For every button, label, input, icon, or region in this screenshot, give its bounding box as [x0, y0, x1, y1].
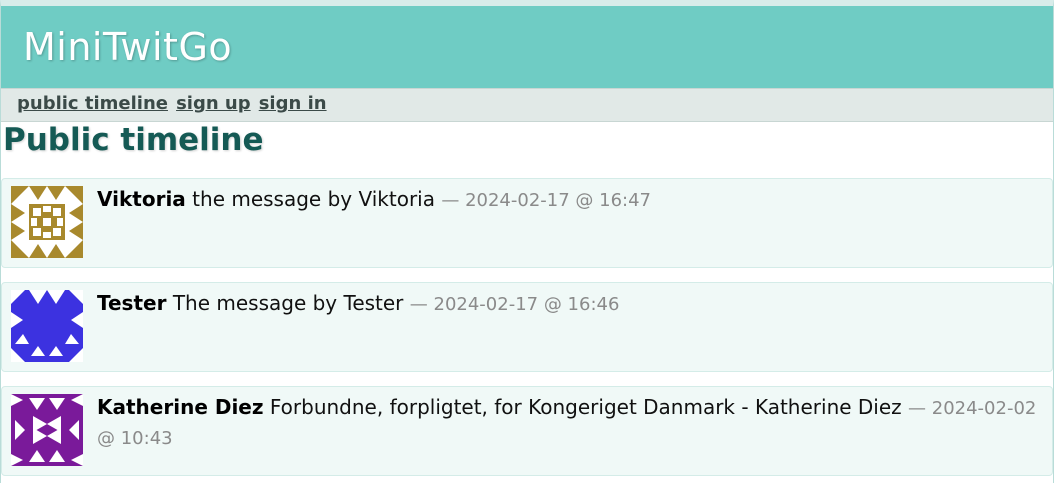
message-list: Viktoria the message by Viktoria — 2024-… [1, 178, 1053, 476]
navigation-bar: public timeline sign up sign in [1, 88, 1053, 122]
site-header: MiniTwitGo [1, 6, 1053, 88]
message-author[interactable]: Viktoria [97, 187, 186, 211]
message-text: Forbundne, forpligtet, for Kongeriget Da… [269, 395, 902, 419]
message-item: Viktoria the message by Viktoria — 2024-… [1, 178, 1053, 268]
avatar[interactable] [11, 290, 83, 362]
message-timestamp: — 2024-02-17 @ 16:46 [409, 294, 620, 315]
message-item: Tester The message by Tester — 2024-02-1… [1, 282, 1053, 372]
app-title: MiniTwitGo [23, 25, 233, 69]
message-author[interactable]: Tester [97, 291, 166, 315]
page-title: Public timeline [3, 122, 264, 158]
nav-link-sign-up[interactable]: sign up [176, 93, 251, 114]
page: MiniTwitGo public timeline sign up sign … [0, 0, 1054, 483]
nav-link-sign-in[interactable]: sign in [259, 93, 327, 114]
message-author[interactable]: Katherine Diez [97, 395, 264, 419]
identicon-avatar-icon [11, 290, 83, 362]
nav-link-public-timeline[interactable]: public timeline [17, 93, 168, 114]
message-text: the message by Viktoria [192, 187, 435, 211]
message-timestamp: — 2024-02-17 @ 16:47 [441, 190, 651, 211]
identicon-avatar-icon [11, 394, 83, 466]
identicon-avatar-icon [11, 186, 83, 258]
avatar[interactable] [11, 394, 83, 466]
message-text: The message by Tester [172, 291, 404, 315]
message-item: Katherine Diez Forbundne, forpligtet, fo… [1, 386, 1053, 476]
avatar[interactable] [11, 186, 83, 258]
